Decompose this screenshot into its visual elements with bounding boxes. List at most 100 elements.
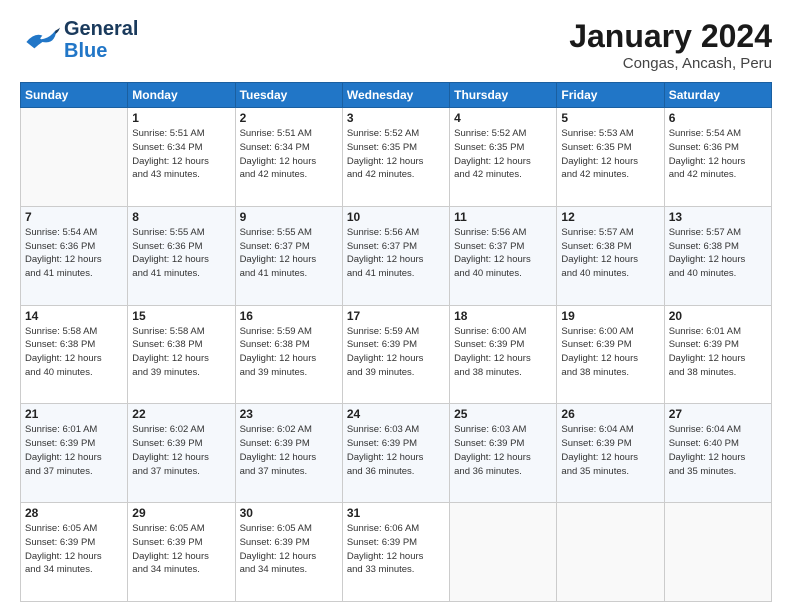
calendar-cell: 13 Sunrise: 5:57 AM Sunset: 6:38 PM Dayli… [664, 206, 771, 305]
day-info: Sunrise: 5:54 AM Sunset: 6:36 PM Dayligh… [669, 127, 767, 182]
weekday-header-wednesday: Wednesday [342, 83, 449, 108]
day-info: Sunrise: 5:51 AM Sunset: 6:34 PM Dayligh… [132, 127, 230, 182]
calendar-cell: 2 Sunrise: 5:51 AM Sunset: 6:34 PM Daylig… [235, 108, 342, 207]
day-info: Sunrise: 5:52 AM Sunset: 6:35 PM Dayligh… [347, 127, 445, 182]
calendar-cell: 30 Sunrise: 6:05 AM Sunset: 6:39 PM Dayli… [235, 503, 342, 602]
day-number: 14 [25, 309, 123, 323]
page: General Blue January 2024 Congas, Ancash… [0, 0, 792, 612]
calendar-cell: 19 Sunrise: 6:00 AM Sunset: 6:39 PM Dayli… [557, 305, 664, 404]
logo: General Blue [20, 18, 138, 62]
calendar-cell: 3 Sunrise: 5:52 AM Sunset: 6:35 PM Daylig… [342, 108, 449, 207]
day-info: Sunrise: 5:52 AM Sunset: 6:35 PM Dayligh… [454, 127, 552, 182]
day-info: Sunrise: 6:05 AM Sunset: 6:39 PM Dayligh… [25, 522, 123, 577]
day-info: Sunrise: 6:05 AM Sunset: 6:39 PM Dayligh… [240, 522, 338, 577]
day-info: Sunrise: 5:56 AM Sunset: 6:37 PM Dayligh… [454, 226, 552, 281]
calendar-cell: 25 Sunrise: 6:03 AM Sunset: 6:39 PM Dayli… [450, 404, 557, 503]
day-info: Sunrise: 6:06 AM Sunset: 6:39 PM Dayligh… [347, 522, 445, 577]
day-info: Sunrise: 5:57 AM Sunset: 6:38 PM Dayligh… [669, 226, 767, 281]
day-number: 11 [454, 210, 552, 224]
calendar-cell [450, 503, 557, 602]
day-number: 1 [132, 111, 230, 125]
day-number: 26 [561, 407, 659, 421]
day-number: 2 [240, 111, 338, 125]
day-info: Sunrise: 6:03 AM Sunset: 6:39 PM Dayligh… [347, 423, 445, 478]
calendar-cell: 6 Sunrise: 5:54 AM Sunset: 6:36 PM Daylig… [664, 108, 771, 207]
calendar-title: January 2024 [569, 18, 772, 55]
calendar-cell: 24 Sunrise: 6:03 AM Sunset: 6:39 PM Dayli… [342, 404, 449, 503]
calendar-cell: 1 Sunrise: 5:51 AM Sunset: 6:34 PM Daylig… [128, 108, 235, 207]
day-number: 13 [669, 210, 767, 224]
weekday-header-thursday: Thursday [450, 83, 557, 108]
day-number: 24 [347, 407, 445, 421]
calendar-cell: 5 Sunrise: 5:53 AM Sunset: 6:35 PM Daylig… [557, 108, 664, 207]
day-info: Sunrise: 5:53 AM Sunset: 6:35 PM Dayligh… [561, 127, 659, 182]
day-info: Sunrise: 6:03 AM Sunset: 6:39 PM Dayligh… [454, 423, 552, 478]
calendar-cell: 18 Sunrise: 6:00 AM Sunset: 6:39 PM Dayli… [450, 305, 557, 404]
day-info: Sunrise: 6:04 AM Sunset: 6:39 PM Dayligh… [561, 423, 659, 478]
day-number: 21 [25, 407, 123, 421]
week-row-4: 21 Sunrise: 6:01 AM Sunset: 6:39 PM Dayli… [21, 404, 772, 503]
day-number: 12 [561, 210, 659, 224]
day-number: 23 [240, 407, 338, 421]
day-number: 30 [240, 506, 338, 520]
day-number: 17 [347, 309, 445, 323]
header: General Blue January 2024 Congas, Ancash… [20, 18, 772, 72]
day-number: 5 [561, 111, 659, 125]
weekday-header-sunday: Sunday [21, 83, 128, 108]
day-info: Sunrise: 5:57 AM Sunset: 6:38 PM Dayligh… [561, 226, 659, 281]
weekday-header-friday: Friday [557, 83, 664, 108]
week-row-3: 14 Sunrise: 5:58 AM Sunset: 6:38 PM Dayli… [21, 305, 772, 404]
calendar-cell: 28Sunrise: 6:05 AM Sunset: 6:39 PM Dayli… [21, 503, 128, 602]
day-info: Sunrise: 5:58 AM Sunset: 6:38 PM Dayligh… [25, 325, 123, 380]
week-row-1: 1 Sunrise: 5:51 AM Sunset: 6:34 PM Daylig… [21, 108, 772, 207]
calendar-cell: 31 Sunrise: 6:06 AM Sunset: 6:39 PM Dayli… [342, 503, 449, 602]
calendar-cell [557, 503, 664, 602]
day-number: 4 [454, 111, 552, 125]
day-number: 6 [669, 111, 767, 125]
day-info: Sunrise: 5:58 AM Sunset: 6:38 PM Dayligh… [132, 325, 230, 380]
day-number: 10 [347, 210, 445, 224]
weekday-header-saturday: Saturday [664, 83, 771, 108]
calendar-cell: 23Sunrise: 6:02 AM Sunset: 6:39 PM Dayli… [235, 404, 342, 503]
week-row-5: 28Sunrise: 6:05 AM Sunset: 6:39 PM Dayli… [21, 503, 772, 602]
calendar-cell: 8Sunrise: 5:55 AM Sunset: 6:36 PM Daylig… [128, 206, 235, 305]
calendar-cell: 7Sunrise: 5:54 AM Sunset: 6:36 PM Daylig… [21, 206, 128, 305]
calendar-cell: 4 Sunrise: 5:52 AM Sunset: 6:35 PM Daylig… [450, 108, 557, 207]
calendar-cell: 15Sunrise: 5:58 AM Sunset: 6:38 PM Dayli… [128, 305, 235, 404]
day-number: 19 [561, 309, 659, 323]
calendar-cell [664, 503, 771, 602]
day-info: Sunrise: 6:05 AM Sunset: 6:39 PM Dayligh… [132, 522, 230, 577]
calendar-cell: 17 Sunrise: 5:59 AM Sunset: 6:39 PM Dayli… [342, 305, 449, 404]
calendar-cell: 10 Sunrise: 5:56 AM Sunset: 6:37 PM Dayli… [342, 206, 449, 305]
day-info: Sunrise: 5:59 AM Sunset: 6:39 PM Dayligh… [347, 325, 445, 380]
calendar-cell: 12 Sunrise: 5:57 AM Sunset: 6:38 PM Dayli… [557, 206, 664, 305]
weekday-header-row: SundayMondayTuesdayWednesdayThursdayFrid… [21, 83, 772, 108]
day-info: Sunrise: 6:01 AM Sunset: 6:39 PM Dayligh… [25, 423, 123, 478]
day-number: 7 [25, 210, 123, 224]
calendar-table: SundayMondayTuesdayWednesdayThursdayFrid… [20, 82, 772, 602]
week-row-2: 7Sunrise: 5:54 AM Sunset: 6:36 PM Daylig… [21, 206, 772, 305]
day-info: Sunrise: 6:00 AM Sunset: 6:39 PM Dayligh… [561, 325, 659, 380]
calendar-cell: 20Sunrise: 6:01 AM Sunset: 6:39 PM Dayli… [664, 305, 771, 404]
day-info: Sunrise: 5:56 AM Sunset: 6:37 PM Dayligh… [347, 226, 445, 281]
day-number: 27 [669, 407, 767, 421]
day-number: 29 [132, 506, 230, 520]
logo-icon [20, 26, 60, 54]
day-number: 16 [240, 309, 338, 323]
day-number: 31 [347, 506, 445, 520]
weekday-header-tuesday: Tuesday [235, 83, 342, 108]
day-number: 25 [454, 407, 552, 421]
day-number: 3 [347, 111, 445, 125]
calendar-cell: 27 Sunrise: 6:04 AM Sunset: 6:40 PM Dayli… [664, 404, 771, 503]
day-info: Sunrise: 5:51 AM Sunset: 6:34 PM Dayligh… [240, 127, 338, 182]
day-info: Sunrise: 6:00 AM Sunset: 6:39 PM Dayligh… [454, 325, 552, 380]
day-info: Sunrise: 6:04 AM Sunset: 6:40 PM Dayligh… [669, 423, 767, 478]
calendar-cell: 26 Sunrise: 6:04 AM Sunset: 6:39 PM Dayli… [557, 404, 664, 503]
day-number: 18 [454, 309, 552, 323]
calendar-cell [21, 108, 128, 207]
day-number: 22 [132, 407, 230, 421]
calendar-cell: 22Sunrise: 6:02 AM Sunset: 6:39 PM Dayli… [128, 404, 235, 503]
calendar-cell: 14 Sunrise: 5:58 AM Sunset: 6:38 PM Dayli… [21, 305, 128, 404]
weekday-header-monday: Monday [128, 83, 235, 108]
day-info: Sunrise: 5:55 AM Sunset: 6:36 PM Dayligh… [132, 226, 230, 281]
